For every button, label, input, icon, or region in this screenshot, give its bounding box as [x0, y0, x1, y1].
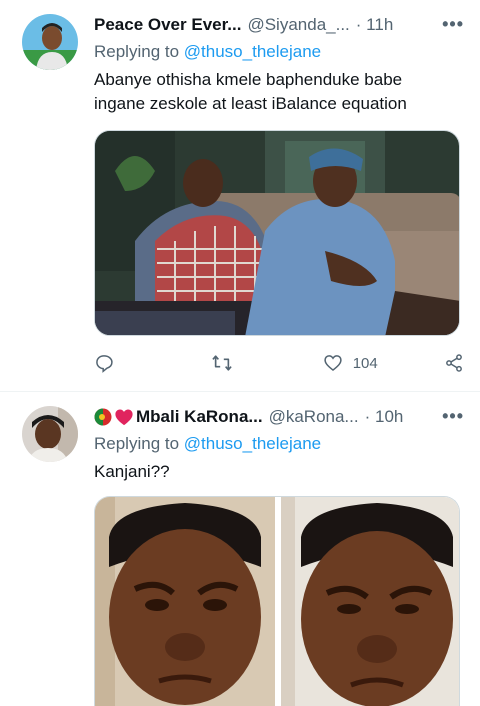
tweet[interactable]: Mbali KaRona... @kaRona... · 10h ••• Rep… [0, 392, 480, 706]
reply-icon [96, 355, 113, 373]
user-handle[interactable]: @kaRona... [269, 407, 359, 427]
heart-icon [324, 355, 342, 372]
replying-to-label: Replying to [94, 434, 180, 453]
display-name[interactable]: Peace Over Ever... [94, 15, 241, 35]
tweet-header: Mbali KaRona... @kaRona... · 10h ••• [94, 406, 464, 428]
tweet-actions: 104 [94, 352, 464, 374]
like-count: 104 [352, 354, 378, 372]
avatar[interactable] [22, 14, 78, 70]
more-options-icon[interactable]: ••• [442, 14, 464, 35]
like-button[interactable]: 104 [323, 353, 444, 373]
tweet-text: Abanye othisha kmele baphenduke babe ing… [94, 70, 407, 113]
avatar[interactable] [22, 406, 78, 462]
replying-to-label: Replying to [94, 42, 180, 61]
reply-button[interactable] [94, 353, 211, 373]
timestamp[interactable]: · 10h [365, 407, 404, 427]
retweet-icon [212, 355, 233, 371]
tweet-header: Peace Over Ever... @Siyanda_... · 11h ••… [94, 14, 464, 36]
replying-to: Replying to @thuso_thelejane [94, 42, 321, 62]
portugal-flag-icon [94, 408, 112, 426]
share-icon [446, 354, 462, 372]
replying-to: Replying to @thuso_thelejane [94, 434, 321, 454]
tweet-photo[interactable] [94, 130, 460, 336]
more-options-icon[interactable]: ••• [442, 406, 464, 427]
user-handle[interactable]: @Siyanda_... [247, 15, 349, 35]
timestamp[interactable]: · 11h [356, 15, 394, 35]
mention-link[interactable]: @thuso_thelejane [184, 42, 321, 61]
tweet-photo[interactable] [94, 496, 460, 706]
red-heart-icon [114, 408, 134, 426]
mention-link[interactable]: @thuso_thelejane [184, 434, 321, 453]
tweet-text: Kanjani?? [94, 462, 170, 481]
retweet-button[interactable] [211, 353, 322, 373]
display-name[interactable]: Mbali KaRona... [136, 407, 263, 427]
share-button[interactable] [444, 353, 464, 373]
tweet[interactable]: Peace Over Ever... @Siyanda_... · 11h ••… [0, 0, 480, 392]
